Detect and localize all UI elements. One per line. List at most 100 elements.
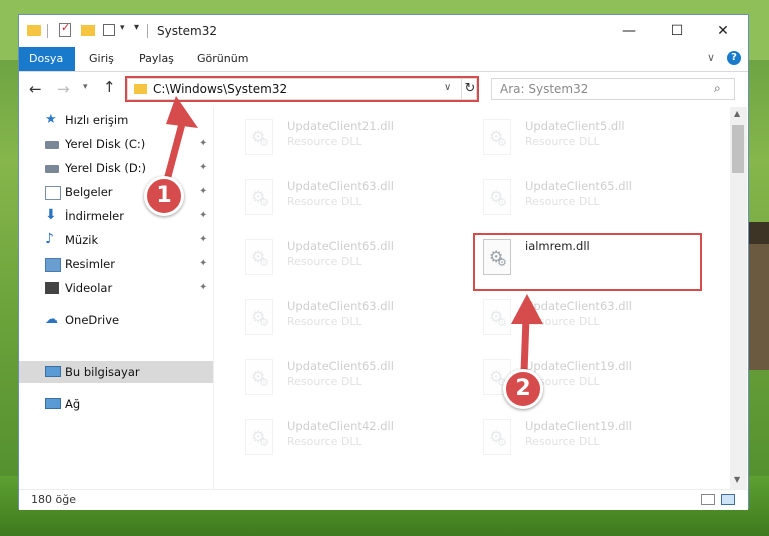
scroll-down-icon[interactable]: ▼ [734,475,740,484]
file-item[interactable]: ⚙ ⚙ UpdateClient19.dll Resource DLL [473,415,703,467]
help-icon[interactable]: ? [727,51,741,65]
tab-giris[interactable]: Giriş [79,47,124,71]
pin-icon[interactable]: ✦ [199,157,207,179]
file-item[interactable]: ⚙ ⚙ UpdateClient63.dll Resource DLL [473,295,703,347]
file-name: UpdateClient63.dll [287,179,394,193]
file-item[interactable]: ⚙ ⚙ UpdateClient21.dll Resource DLL [235,115,465,167]
file-item[interactable]: ⚙ ⚙ UpdateClient5.dll Resource DLL [473,115,703,167]
folder-icon [27,25,41,36]
sidebar-item-onedrive[interactable]: ☁ OneDrive [19,309,213,331]
documents-icon [45,186,61,200]
sidebar-item-label: Müzik [65,233,99,247]
file-type: Resource DLL [287,135,362,148]
sidebar-item-label: Hızlı erişim [65,113,129,127]
dll-file-icon: ⚙ ⚙ [245,119,277,159]
properties-icon[interactable] [103,24,115,36]
search-icon[interactable]: ⌕ [714,81,721,96]
sidebar-item-label: Videolar [65,281,113,295]
customize-toolbar-icon[interactable]: ▾ [134,22,139,38]
properties-check-icon[interactable] [59,21,71,37]
dll-file-icon: ⚙ ⚙ [483,119,515,159]
dll-file-icon: ⚙ ⚙ [245,299,277,339]
sidebar-item-videos[interactable]: Videolar ✦ [19,277,213,299]
file-name: UpdateClient65.dll [287,359,394,373]
close-button[interactable]: ✕ [701,19,745,43]
maximize-button[interactable]: ☐ [655,19,699,43]
file-highlight-box [473,233,702,291]
pin-icon[interactable]: ✦ [199,205,207,227]
scroll-up-icon[interactable]: ▲ [734,109,740,118]
file-name: UpdateClient65.dll [287,239,394,253]
sidebar-item-quick-access[interactable]: ★ Hızlı erişim [19,109,213,131]
sidebar-item-pictures[interactable]: Resimler ✦ [19,253,213,275]
file-explorer-window: ▾ ▾ System32 — ☐ ✕ Dosya Giriş Paylaş Gö… [18,14,749,510]
sidebar-item-label: Yerel Disk (C:) [65,137,146,151]
cloud-icon: ☁ [45,312,58,327]
file-name: UpdateClient63.dll [525,299,632,313]
drive-icon [45,165,59,173]
dll-file-icon: ⚙ ⚙ [245,359,277,399]
scroll-thumb[interactable] [732,125,744,173]
step-1-badge: 1 [144,176,184,216]
title-bar: ▾ ▾ System32 — ☐ ✕ [19,15,748,47]
minimize-button[interactable]: — [607,19,651,43]
tab-gorunum[interactable]: Görünüm [187,47,258,71]
up-arrow-icon[interactable]: ↑ [103,78,116,96]
step-2-badge: 2 [503,369,543,409]
file-type: Resource DLL [287,195,362,208]
sidebar-item-downloads[interactable]: ⬇ İndirmeler ✦ [19,205,213,227]
pin-icon[interactable]: ✦ [199,133,207,155]
sidebar-item-local-disk-c[interactable]: Yerel Disk (C:) ✦ [19,133,213,155]
sidebar-item-this-pc[interactable]: Bu bilgisayar [19,361,213,383]
pin-icon[interactable]: ✦ [199,253,207,275]
navigation-bar: ← → ▾ ↑ C:\Windows\System32 ∨ ↻ Ara: Sys… [19,72,748,106]
new-folder-icon[interactable] [81,25,95,36]
tab-paylas[interactable]: Paylaş [129,47,184,71]
file-item[interactable]: ⚙ ⚙ UpdateClient65.dll Resource DLL [473,175,703,227]
file-item[interactable]: ⚙ ⚙ UpdateClient65.dll Resource DLL [235,355,465,407]
file-name: UpdateClient21.dll [287,119,394,133]
expand-ribbon-icon[interactable]: ∨ [707,51,715,64]
download-icon: ⬇ [45,207,57,223]
search-placeholder: Ara: System32 [500,82,589,96]
sidebar-item-local-disk-d[interactable]: Yerel Disk (D:) ✦ [19,157,213,179]
item-count: 180 öğe [31,493,76,506]
forward-arrow-icon[interactable]: → [57,80,70,98]
sidebar-item-label: Resimler [65,257,115,271]
star-icon: ★ [45,112,57,127]
pin-icon[interactable]: ✦ [199,277,207,299]
chevron-down-icon[interactable]: ▾ [120,23,125,39]
videos-icon [45,282,59,294]
network-icon [45,398,61,409]
window-title: System32 [157,24,218,38]
file-item[interactable]: ⚙ ⚙ UpdateClient63.dll Resource DLL [235,175,465,227]
sidebar-item-label: İndirmeler [65,209,124,223]
sidebar-item-music[interactable]: ♪ Müzik ✦ [19,229,213,251]
file-list: ⚙ ⚙ UpdateClient21.dll Resource DLL ⚙ ⚙ Up… [215,107,730,489]
toolbar-divider [47,24,48,38]
sidebar-item-documents[interactable]: Belgeler ✦ [19,181,213,203]
file-item[interactable]: ⚙ ⚙ UpdateClient65.dll Resource DLL [235,235,465,287]
ribbon-tabs: Dosya Giriş Paylaş Görünüm ∨ ? [19,47,748,72]
file-type: Resource DLL [525,195,600,208]
tab-dosya[interactable]: Dosya [19,47,75,71]
file-type: Resource DLL [287,375,362,388]
file-type: Resource DLL [287,315,362,328]
sidebar-item-label: Belgeler [65,185,113,199]
back-arrow-icon[interactable]: ← [29,80,42,98]
vertical-scrollbar[interactable]: ▲ ▼ [730,107,747,489]
file-type: Resource DLL [287,255,362,268]
dll-file-icon: ⚙ ⚙ [483,299,515,339]
sidebar-item-label: Bu bilgisayar [65,365,140,379]
recent-locations-icon[interactable]: ▾ [83,82,88,92]
pin-icon[interactable]: ✦ [199,181,207,203]
search-input[interactable]: Ara: System32 ⌕ [491,78,735,100]
large-icons-view-icon[interactable] [721,494,735,505]
file-item[interactable]: ⚙ ⚙ UpdateClient63.dll Resource DLL [235,295,465,347]
file-name: UpdateClient19.dll [525,419,632,433]
details-view-icon[interactable] [701,494,715,505]
sidebar-item-label: OneDrive [65,313,120,327]
file-item[interactable]: ⚙ ⚙ UpdateClient42.dll Resource DLL [235,415,465,467]
pin-icon[interactable]: ✦ [199,229,207,251]
sidebar-item-network[interactable]: Ağ [19,393,213,415]
